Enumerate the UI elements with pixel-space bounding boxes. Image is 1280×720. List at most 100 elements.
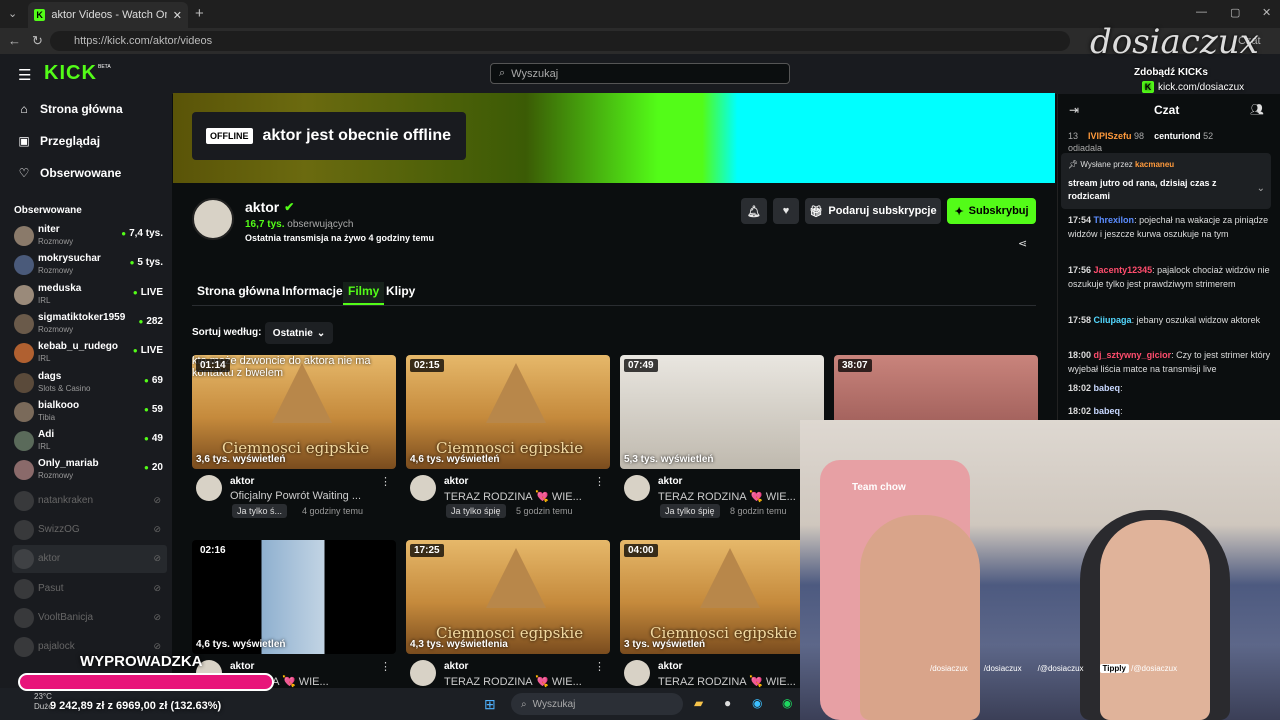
sidebar-item-channel[interactable]: niter Rozmowy 7,4 tys. [12, 222, 167, 250]
author-avatar[interactable] [196, 475, 222, 501]
video-title[interactable]: TERAZ RODZINA 💘 WIE... [444, 490, 582, 503]
sidebar-item-browse[interactable]: ▣ Przeglądaj [18, 134, 100, 148]
spotify-icon[interactable]: ◉ [782, 696, 792, 710]
more-options-icon[interactable]: ⋮ [380, 660, 391, 673]
sidebar-item-offline-channel[interactable]: VooltBanicja ⊘ [12, 604, 167, 632]
tab-clips[interactable]: Klipy [381, 282, 420, 300]
sidebar-item-offline-channel[interactable]: aktor ⊘ [12, 545, 167, 574]
sidebar-item-offline-channel[interactable]: SwizzOG ⊘ [12, 516, 167, 544]
sidebar-item-channel[interactable]: dagsSlots & Casino 69 [12, 369, 167, 397]
sidebar-item-channel[interactable]: kebab_u_rudegoIRL LIVE [12, 339, 167, 367]
author-name[interactable]: aktor [444, 476, 468, 487]
tiktok-link: /dosiaczux [983, 664, 1022, 673]
url-field[interactable]: https://kick.com/aktor/videos [50, 31, 1070, 51]
video-thumbnail[interactable]: Ciemnosci egipskie 04:00 3 tys. wyświetleń [620, 540, 824, 654]
close-tab-icon[interactable]: ✕ [173, 9, 182, 22]
gift-subs-button[interactable]: 🎁︎ Podaruj subskrypcje [805, 198, 941, 224]
close-window-icon[interactable]: ✕ [1262, 6, 1271, 19]
sort-dropdown[interactable]: Ostatnie ⌄ [265, 322, 333, 344]
video-title[interactable]: Oficjalny Powrót Waiting ... [230, 490, 361, 502]
category-tag[interactable]: Ja tylko śpię [446, 504, 506, 518]
edge-icon[interactable]: ◉ [752, 696, 762, 710]
sidebar-item-label: Obserwowane [40, 166, 122, 180]
minimize-icon[interactable]: — [1196, 6, 1207, 18]
last-stream-text: Ostatnia transmisja na żywo 4 godziny te… [245, 233, 435, 243]
reload-icon[interactable]: ↻ [32, 33, 43, 49]
video-title[interactable]: TERAZ RODZINA 💘 WIE... [658, 490, 796, 503]
video-card[interactable]: Ciemnosci egipskie 04:00 3 tys. wyświetleń… [620, 540, 824, 710]
video-card[interactable]: Ciemnosci egipskie 17:25 4,3 tys. wyświetl… [406, 540, 610, 710]
browser-tab[interactable]: K aktor Videos - Watch On-Demand ✕ [28, 2, 188, 28]
author-name[interactable]: aktor [444, 661, 468, 672]
goal-title: WYPROWADZKA [80, 653, 203, 670]
video-thumbnail[interactable]: Ciemnosci egipskie 17:25 4,3 tys. wyświetl… [406, 540, 610, 654]
sidebar-item-following[interactable]: ♡ Obserwowane [18, 166, 122, 180]
chevron-down-icon[interactable]: ⌄ [1257, 183, 1265, 194]
video-thumbnail[interactable]: 02:16 4,6 tys. wyświetleń [192, 540, 396, 654]
video-card[interactable]: 07:495,3 tys. wyświetleńaktor⋮TERAZ RODZ… [620, 355, 824, 525]
sidebar-item-offline-channel[interactable]: natankraken ⊘ [12, 487, 167, 515]
sidebar-item-channel[interactable]: sigmatiktoker1959Rozmowy 282 [12, 310, 167, 338]
share-icon[interactable]: ⋖ [1018, 237, 1027, 250]
author-avatar[interactable] [624, 475, 650, 501]
message-user[interactable]: Ciiupaga [1094, 315, 1132, 325]
sidebar-item-home[interactable]: ⌂ Strona główna [18, 102, 122, 116]
video-thumbnail[interactable]: 07:49 5,3 tys. wyświetleń [620, 355, 824, 469]
back-icon[interactable]: ← [8, 33, 21, 48]
sidebar-item-channel[interactable]: AdiIRL 49 [12, 427, 167, 455]
sidebar-item-channel[interactable]: mokrysucharRozmowy 5 tys. [12, 251, 167, 279]
tab-about[interactable]: Informacje [277, 282, 348, 300]
author-avatar[interactable] [624, 660, 650, 686]
message-user[interactable]: Jacenty12345 [1094, 265, 1153, 275]
followers-label: obserwujących [287, 219, 354, 230]
verified-icon: ✔ [284, 200, 295, 214]
search-icon: ⌕ [521, 698, 527, 710]
author-name[interactable]: aktor [658, 661, 682, 672]
author-name[interactable]: aktor [230, 476, 254, 487]
video-card[interactable]: Ciemnosci egipskie kto może dzwoncie do a… [192, 355, 396, 525]
sidebar-item-channel[interactable]: meduskaIRL LIVE [12, 281, 167, 309]
sidebar-item-offline-channel[interactable]: Pasut ⊘ [12, 575, 167, 603]
taskbar-search-placeholder: Wyszukaj [532, 698, 576, 710]
app-icon[interactable]: ● [724, 696, 731, 710]
category-tag[interactable]: Ja tylko ś... [232, 504, 288, 518]
sidebar-item-channel[interactable]: Only_mariabRozmowy 20 [12, 456, 167, 484]
author-name[interactable]: aktor [230, 661, 254, 672]
pinned-message[interactable]: 📌︎ Wysłane przez kacmaneu stream jutro o… [1061, 153, 1271, 209]
video-card[interactable]: Ciemnosci egipskie 02:15 4,6 tys. wyświetl… [406, 355, 610, 525]
collapse-chat-icon[interactable]: ⇥ [1069, 103, 1079, 117]
follow-button[interactable]: ♥ [773, 198, 799, 224]
message-user[interactable]: Threxilon [1094, 215, 1135, 225]
category-tag[interactable]: Ja tylko śpię [660, 504, 720, 518]
tab-videos[interactable]: Filmy [343, 282, 385, 305]
users-icon[interactable]: 👥︎ [1250, 103, 1264, 116]
notification-bell-button[interactable]: 🔔︎ [741, 198, 767, 224]
message-user[interactable]: babeq [1094, 406, 1121, 416]
subscribe-button[interactable]: ✦ Subskrybuj [947, 198, 1036, 224]
author-avatar[interactable] [410, 660, 436, 686]
avatar [14, 431, 34, 452]
video-title[interactable]: TERAZ RODZINA 💘 WIE... [444, 675, 582, 688]
maximize-icon[interactable]: ▢ [1230, 6, 1240, 19]
video-title[interactable]: TERAZ RODZINA 💘 WIE... [658, 675, 796, 688]
more-options-icon[interactable]: ⋮ [594, 475, 605, 488]
more-options-icon[interactable]: ⋮ [380, 475, 391, 488]
search-input[interactable]: ⌕ Wyszukaj [490, 63, 790, 84]
tab-home[interactable]: Strona główna [192, 282, 285, 300]
new-tab-icon[interactable]: + [195, 5, 204, 22]
menu-icon[interactable]: ☰ [18, 66, 31, 84]
more-options-icon[interactable]: ⋮ [594, 660, 605, 673]
sidebar-item-channel[interactable]: bialkoooTibia 59 [12, 398, 167, 426]
author-name[interactable]: aktor [658, 476, 682, 487]
kick-logo[interactable]: KICK [44, 62, 97, 85]
channel-avatar[interactable] [192, 198, 234, 240]
explorer-icon[interactable]: ▰ [694, 696, 703, 710]
tab-list-icon[interactable]: ⌄ [8, 7, 17, 20]
message-user[interactable]: babeq [1094, 383, 1121, 393]
video-thumbnail[interactable]: Ciemnosci egipskie kto może dzwoncie do a… [192, 355, 396, 469]
windows-start-icon[interactable]: ⊞ [484, 696, 496, 713]
video-thumbnail[interactable]: Ciemnosci egipskie 02:15 4,6 tys. wyświetl… [406, 355, 610, 469]
message-user[interactable]: dj_sztywny_gicior [1094, 350, 1172, 360]
author-avatar[interactable] [410, 475, 436, 501]
taskbar-search[interactable]: ⌕ Wyszukaj [511, 693, 683, 715]
